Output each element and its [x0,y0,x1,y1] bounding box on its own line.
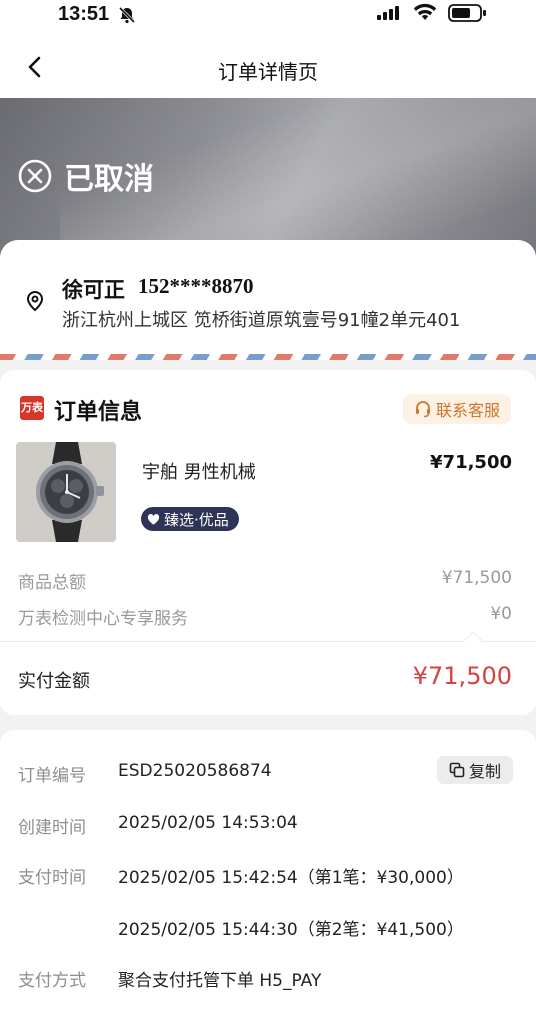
address-card[interactable]: 徐可正 152****8870 浙江杭州上城区 笕桥街道原筑壹号91幢2单元40… [0,240,536,360]
service-fee-value: ¥0 [490,604,512,624]
divider [0,641,536,642]
payment-method-label: 支付方式 [18,971,86,991]
product-thumbnail[interactable] [16,442,116,542]
location-pin-icon [26,290,44,312]
copy-label: 复制 [468,762,501,781]
headset-icon [415,401,430,418]
subtotal-value: ¥71,500 [441,568,512,588]
copy-icon [449,762,465,778]
recipient-phone: 152****8870 [138,274,254,298]
nav-bar: 订单详情页 [0,34,536,98]
order-number-value: ESD25020586874 [118,761,272,781]
product-price: ¥71,500 [430,452,512,473]
wifi-icon [413,3,437,20]
payment-time-value-1: 2025/02/05 15:42:54（第1笔：¥30,000） [118,868,464,888]
paid-amount-value: ¥71,500 [412,662,512,690]
order-status-text: 已取消 [64,162,154,197]
heart-icon [147,513,160,525]
battery-icon [448,4,486,22]
address-line: 浙江杭州上城区 笕桥街道原筑壹号91幢2单元401 [62,310,461,331]
cancel-circle-icon [18,159,52,193]
service-fee-label: 万表检测中心专享服务 [18,609,188,629]
page-title: 订单详情页 [218,60,318,84]
signal-icon [377,6,399,20]
quality-badge-label: 臻选·优品 [164,510,229,529]
order-section-title: 订单信息 [54,400,143,425]
order-status: 已取消 [18,154,154,198]
payment-time-value-2: 2025/02/05 15:44:30（第2笔：¥41,500） [118,920,464,940]
contact-service-button[interactable]: 联系客服 [403,394,511,424]
paid-amount-label: 实付金额 [18,671,90,692]
brand-logo: 万表 [20,396,44,420]
order-number-label: 订单编号 [18,766,86,786]
recipient-name: 徐可正 [62,278,125,302]
watch-image [16,442,116,542]
bell-off-icon [118,6,136,24]
status-time: 13:51 [58,3,110,25]
copy-order-number-button[interactable]: 复制 [437,756,513,784]
payment-method-value: 聚合支付托管下单 H5_PAY [118,971,322,991]
product-name: 宇舶 男性机械 [142,462,256,483]
payment-time-label: 支付时间 [18,868,86,888]
quality-badge: 臻选·优品 [141,507,239,531]
created-time-value: 2025/02/05 14:53:04 [118,813,298,833]
created-time-label: 创建时间 [18,818,86,838]
airmail-stripe [0,354,536,360]
status-bar: 13:51 [0,0,536,34]
subtotal-label: 商品总额 [18,573,86,593]
contact-service-label: 联系客服 [435,401,500,420]
